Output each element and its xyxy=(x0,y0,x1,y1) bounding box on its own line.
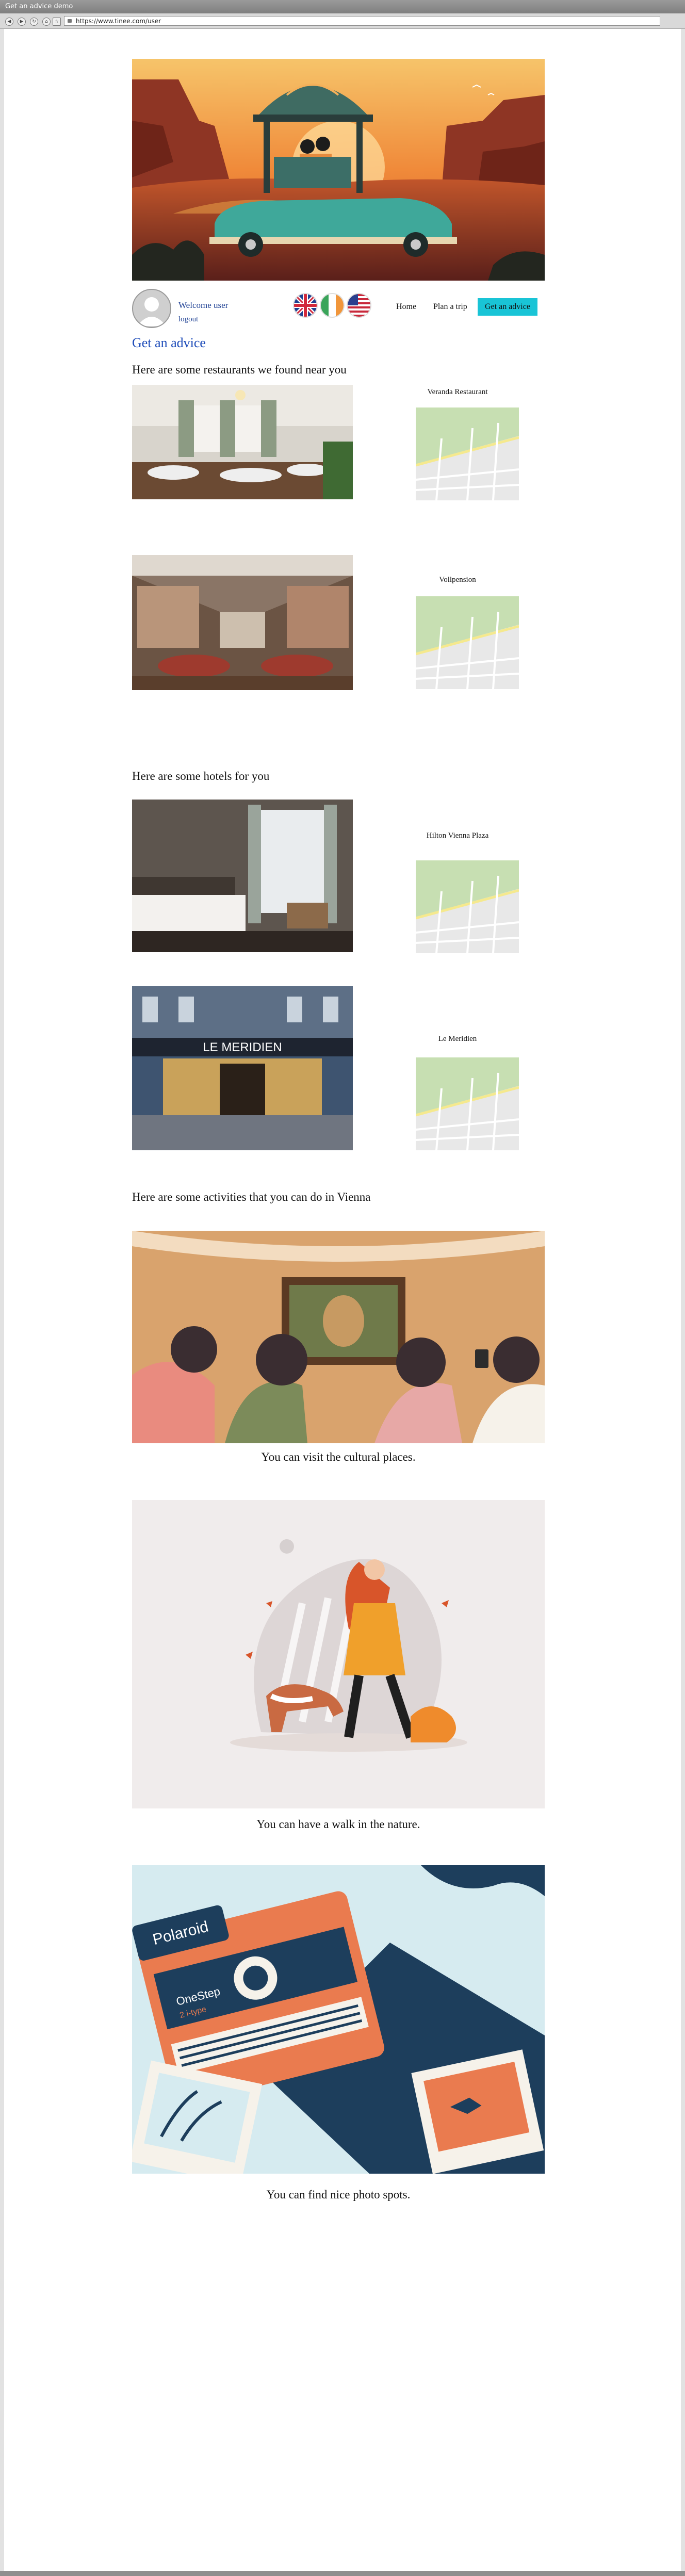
ireland-flag-icon[interactable] xyxy=(321,294,344,317)
forward-icon[interactable]: ▶ xyxy=(18,18,26,26)
page-content: Welcome user logout Home Plan a trip Get… xyxy=(4,29,681,2572)
hotel-photo[interactable] xyxy=(132,800,353,952)
avatar[interactable] xyxy=(132,289,171,328)
activity-image-nature[interactable] xyxy=(132,1500,545,1808)
restaurant-map[interactable] xyxy=(416,407,519,500)
page-title: Get an advice xyxy=(132,335,206,350)
activity-caption: You can visit the cultural places. xyxy=(261,1450,416,1463)
activity-caption: You can find nice photo spots. xyxy=(266,2188,411,2201)
hotel-sign-text: LE MERIDIEN xyxy=(203,1040,282,1054)
restaurant-name[interactable]: Vollpension xyxy=(389,576,526,584)
activity-caption: You can have a walk in the nature. xyxy=(256,1818,420,1831)
nav-plan-trip[interactable]: Plan a trip xyxy=(433,298,467,316)
restaurant-name[interactable]: Veranda Restaurant xyxy=(389,388,526,397)
address-bar[interactable]: https://www.tinee.com/user xyxy=(64,16,660,26)
address-text: https://www.tinee.com/user xyxy=(76,18,161,25)
hero-illustration xyxy=(132,59,545,281)
window-title-bar: Get an advice demo xyxy=(0,0,685,13)
back-icon[interactable]: ◀ xyxy=(5,18,13,26)
hotel-name[interactable]: Hilton Vienna Plaza xyxy=(389,832,526,840)
browser-toolbar: ◀ ▶ ↻ ⌂ ☆ https://www.tinee.com/user xyxy=(0,13,685,29)
nav-home[interactable]: Home xyxy=(396,298,416,316)
activity-image-cultural[interactable] xyxy=(132,1231,545,1443)
browser-status-bar xyxy=(0,2571,685,2576)
lock-icon xyxy=(68,19,72,23)
hotel-name[interactable]: Le Meridien xyxy=(389,1035,526,1044)
reload-icon[interactable]: ↻ xyxy=(30,18,38,26)
restaurant-photo[interactable] xyxy=(132,555,353,690)
activity-image-photo[interactable]: Polaroid OneStep 2 i-type xyxy=(132,1865,545,2174)
bookmark-icon[interactable]: ☆ xyxy=(53,18,61,26)
activities-heading: Here are some activities that you can do… xyxy=(132,1191,371,1203)
nav-get-advice[interactable]: Get an advice xyxy=(478,298,537,316)
window-title: Get an advice demo xyxy=(5,3,73,10)
restaurant-photo[interactable] xyxy=(132,385,353,499)
uk-flag-icon[interactable] xyxy=(294,294,317,317)
us-flag-icon[interactable] xyxy=(348,294,370,317)
logout-link[interactable]: logout xyxy=(178,315,198,324)
restaurant-map[interactable] xyxy=(416,596,519,689)
hotel-photo[interactable]: LE MERIDIEN xyxy=(132,986,353,1150)
welcome-text: Welcome user xyxy=(178,300,229,310)
hotel-map[interactable] xyxy=(416,1057,519,1150)
hotels-heading: Here are some hotels for you xyxy=(132,770,270,782)
home-icon[interactable]: ⌂ xyxy=(42,18,51,26)
hotel-map[interactable] xyxy=(416,860,519,953)
restaurants-heading: Here are some restaurants we found near … xyxy=(132,363,347,376)
